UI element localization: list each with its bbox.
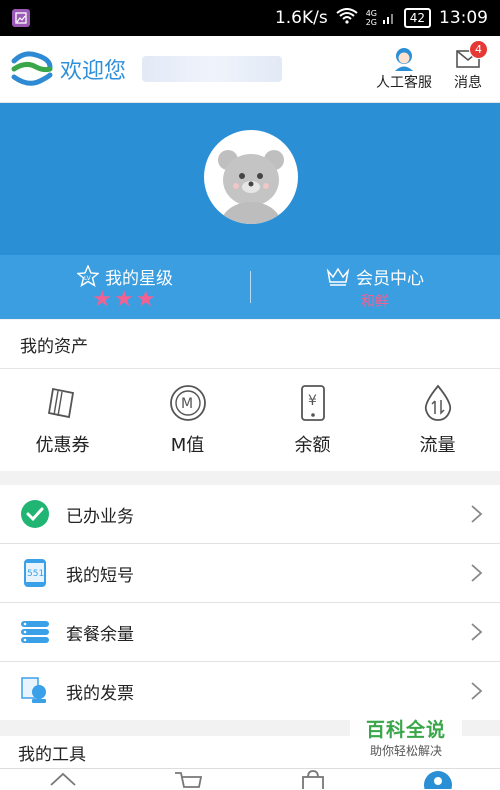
profile-icon <box>423 771 452 789</box>
wifi-icon <box>336 7 358 29</box>
menu-label: 我的短号 <box>66 565 134 586</box>
coupon-icon <box>47 387 74 419</box>
menu-label: 套餐余量 <box>66 624 134 645</box>
status-bar: 1.6K/s 4G 2G 42 13:09 <box>0 0 500 36</box>
assets-grid: 优惠券 M M值 ¥ 余额 流量 <box>0 368 500 471</box>
m-glyph: M <box>181 396 193 412</box>
asset-m-value[interactable]: M M值 <box>125 369 250 471</box>
member-tier-label: 和鲜 <box>361 293 389 310</box>
asset-label: M值 <box>170 435 205 456</box>
tab-shop[interactable] <box>125 769 250 790</box>
customer-service-button[interactable]: 人工客服 <box>376 46 432 92</box>
check-circle-icon <box>20 499 50 529</box>
customer-service-icon <box>395 48 413 71</box>
asset-balance[interactable]: ¥ 余额 <box>250 369 375 471</box>
chevron-right-icon <box>471 682 483 700</box>
stack-icon <box>20 617 50 647</box>
asset-coupon[interactable]: 优惠券 <box>0 369 125 471</box>
message-count-badge: 4 <box>469 40 488 59</box>
invoice-stamp-icon <box>20 676 50 706</box>
member-center-label: 会员中心 <box>356 268 424 289</box>
tab-home[interactable] <box>0 769 125 790</box>
assets-section-header: 我的资产 <box>0 320 500 368</box>
asset-data-flow[interactable]: 流量 <box>375 369 500 471</box>
blurred-username <box>142 56 283 82</box>
menu-item-short-number[interactable]: 551 我的短号 <box>0 544 500 603</box>
app-header: 欢迎您 人工客服 消息 4 <box>0 36 500 103</box>
chevron-right-icon <box>471 623 483 641</box>
assets-title: 我的资产 <box>20 336 88 357</box>
crown-icon <box>326 267 350 286</box>
messages-label: 消息 <box>454 75 482 91</box>
menu-label: 已办业务 <box>66 506 134 527</box>
avatar[interactable] <box>204 130 298 224</box>
welcome-text: 欢迎您 <box>60 59 127 84</box>
my-level-button[interactable]: LV 我的星级 ★★★ <box>0 255 250 319</box>
gallery-notification-icon <box>12 9 30 27</box>
chevron-right-icon <box>471 505 483 523</box>
m-value-icon: M <box>169 385 206 421</box>
asset-label: 流量 <box>419 435 456 456</box>
my-level-label: 我的星级 <box>105 268 173 289</box>
messages-button[interactable]: 消息 4 <box>454 40 488 92</box>
watermark: 百科全说 助你轻松解决 <box>350 712 462 762</box>
level-stars: ★★★ <box>92 286 158 312</box>
shopping-bag-icon <box>301 770 324 789</box>
china-mobile-logo-icon <box>10 47 54 91</box>
menu-item-package-balance[interactable]: 套餐余量 <box>0 603 500 662</box>
menu-label: 我的发票 <box>66 683 134 704</box>
home-icon <box>49 772 76 786</box>
svg-text:LV: LV <box>84 275 92 282</box>
tab-bag[interactable] <box>250 769 375 790</box>
battery-indicator: 42 <box>403 8 431 28</box>
data-flow-icon <box>424 384 451 421</box>
cart-icon <box>174 772 202 788</box>
short-number-glyph: 551 <box>27 569 44 579</box>
chevron-right-icon <box>471 564 483 582</box>
phone-icon: 551 <box>20 558 50 588</box>
customer-service-label: 人工客服 <box>376 75 432 91</box>
tab-profile[interactable] <box>375 769 500 790</box>
menu-item-completed-services[interactable]: 已办业务 <box>0 485 500 544</box>
level-star-icon: LV <box>77 265 99 287</box>
tools-title: 我的工具 <box>18 744 86 765</box>
clock: 13:09 <box>439 8 488 28</box>
balance-icon: ¥ <box>300 385 325 421</box>
net-speed: 1.6K/s <box>274 8 328 28</box>
network-type-label: 4G 2G <box>365 9 378 27</box>
level-bar: LV 我的星级 ★★★ 会员中心 和鲜 <box>0 255 500 319</box>
yen-glyph: ¥ <box>308 393 317 409</box>
asset-label: 优惠券 <box>35 435 90 456</box>
bottom-tab-bar <box>0 768 500 790</box>
cell-signal-icon: 4G 2G <box>366 9 396 27</box>
member-center-button[interactable]: 会员中心 和鲜 <box>250 255 500 319</box>
service-menu: 已办业务 551 我的短号 套餐余量 我的发票 <box>0 485 500 720</box>
asset-label: 余额 <box>294 435 331 456</box>
bear-avatar-icon <box>218 150 284 224</box>
watermark-title: 百科全说 <box>365 719 446 741</box>
watermark-subtitle: 助你轻松解决 <box>369 744 442 758</box>
